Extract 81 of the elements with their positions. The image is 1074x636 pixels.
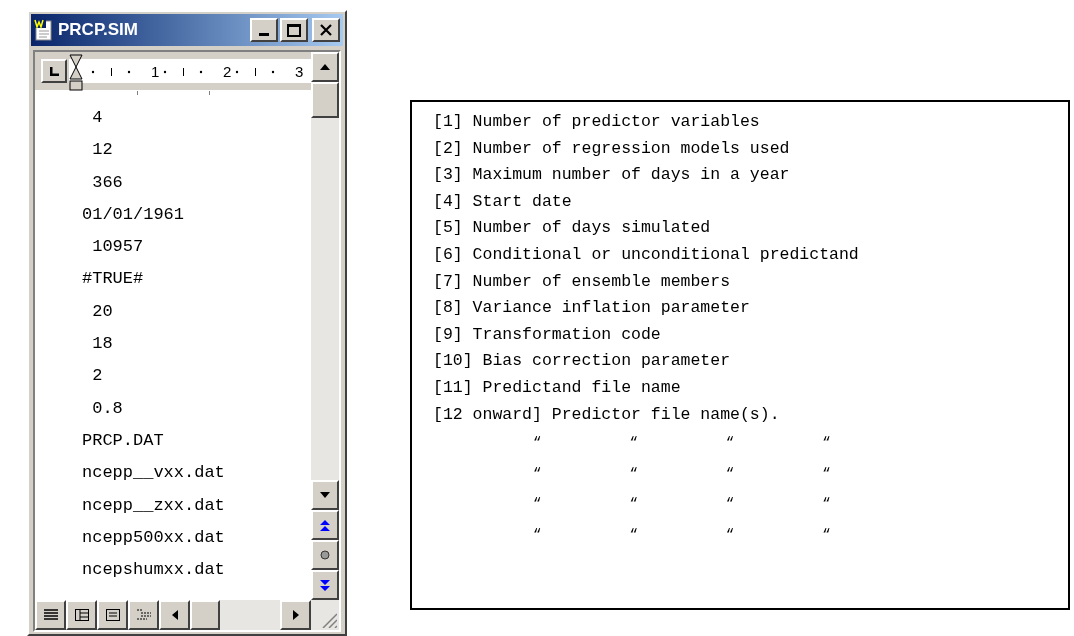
ditto-mark: “ [533, 434, 542, 454]
legend-line: [10] Bias correction parameter [433, 350, 731, 373]
ditto-mark: “ [629, 525, 638, 545]
legend-line: [9] Transformation code [433, 323, 661, 346]
lines-icon [43, 609, 58, 621]
legend-line: [6] Conditional or unconditional predictand [433, 243, 859, 266]
legend-line: [1] Number of predictor variables [433, 111, 760, 133]
document-line: 20 [91, 300, 113, 323]
horizontal-scroll-thumb[interactable] [190, 600, 220, 630]
document-line: PRCP.DAT [82, 429, 164, 452]
minimize-button[interactable] [250, 18, 278, 42]
browse-object-button[interactable] [311, 540, 339, 570]
minimize-icon [259, 33, 269, 36]
maximize-icon [287, 23, 301, 37]
document-line: 2 [91, 365, 103, 388]
up-arrow-icon [320, 64, 330, 70]
ditto-mark: “ [822, 434, 831, 454]
web-view-button[interactable] [66, 600, 97, 630]
legend-line: [11] Predictand file name [433, 376, 681, 399]
outline-icon [136, 609, 151, 621]
left-arrow-icon [171, 610, 178, 620]
close-button[interactable] [312, 18, 340, 42]
window-title: PRCP.SIM [58, 19, 139, 42]
legend-line: [5] Number of days simulated [433, 217, 711, 240]
ruler-number: 1 [151, 62, 160, 82]
document-line: 366 [91, 171, 123, 194]
tab-selector-button[interactable] [41, 59, 67, 83]
ditto-mark: “ [725, 495, 735, 515]
ditto-mark: “ [822, 525, 831, 545]
resize-grip-icon [322, 613, 337, 628]
scroll-up-button[interactable] [311, 52, 339, 82]
legend-line: [4] Start date [433, 190, 572, 213]
outline-view-button[interactable] [128, 600, 159, 630]
document-line: #TRUE# [82, 268, 144, 291]
ditto-mark: “ [822, 495, 831, 515]
ruler-number: 3 [295, 62, 304, 82]
ditto-mark: “ [533, 495, 542, 515]
print-view-button[interactable] [97, 600, 128, 630]
circle-icon [320, 550, 330, 560]
document-line: ncepp__vxx.dat [82, 462, 225, 485]
legend-line: [7] Number of ensemble members [433, 270, 731, 293]
scroll-left-button[interactable] [159, 600, 190, 630]
scroll-down-button[interactable] [311, 480, 339, 510]
layout-icon [74, 609, 89, 621]
scroll-right-button[interactable] [280, 600, 311, 630]
ditto-mark: “ [533, 464, 542, 484]
ditto-mark: “ [725, 464, 735, 484]
document-icon [34, 19, 54, 41]
legend-line: [8] Variance inflation parameter [433, 297, 750, 320]
ditto-mark: “ [725, 525, 735, 545]
legend-line: [3] Maximum number of days in a year [433, 164, 790, 187]
right-arrow-icon [292, 610, 299, 620]
document-line: 12 [91, 139, 113, 162]
document-line: ncepp500xx.dat [82, 526, 225, 549]
ditto-mark: “ [629, 434, 638, 454]
document-line: 0.8 [91, 397, 123, 420]
ditto-mark: “ [822, 464, 831, 484]
next-page-button[interactable] [311, 570, 339, 600]
ditto-mark: “ [629, 464, 638, 484]
left-tab-icon [49, 66, 59, 76]
ditto-mark: “ [725, 434, 735, 454]
document-line: 18 [91, 333, 113, 356]
double-down-arrow-icon [320, 579, 330, 591]
ditto-mark: “ [533, 525, 542, 545]
double-up-arrow-icon [320, 519, 330, 531]
document-line: 10957 [91, 236, 144, 259]
legend-line: [2] Number of regression models used [433, 137, 790, 160]
legend-line: [12 onward] Predictor file name(s). [433, 403, 780, 426]
scroll-thumb[interactable] [311, 82, 339, 118]
down-arrow-icon [320, 492, 330, 498]
previous-page-button[interactable] [311, 510, 339, 540]
maximize-button[interactable] [280, 18, 308, 42]
close-icon [320, 24, 332, 36]
ruler-number: 2 [223, 62, 232, 82]
document-line: 01/01/1961 [82, 203, 185, 226]
document-line: 4 [91, 107, 103, 129]
document-line: ncepp__zxx.dat [82, 494, 225, 517]
document-line: ncepshumxx.dat [82, 559, 225, 582]
page-icon [105, 609, 120, 621]
normal-view-button[interactable] [35, 600, 66, 630]
ditto-mark: “ [629, 495, 638, 515]
